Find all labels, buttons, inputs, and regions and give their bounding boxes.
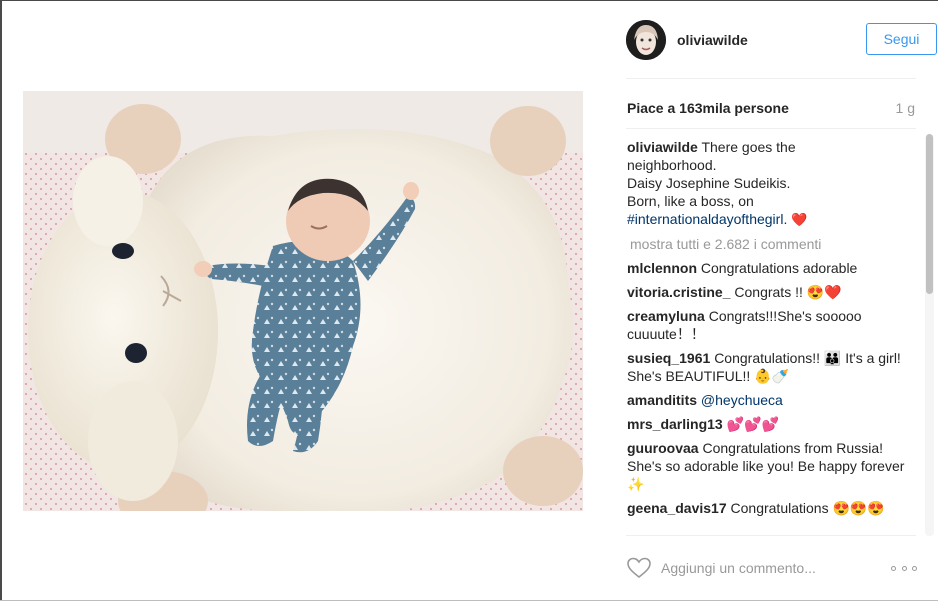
divider [626, 535, 916, 536]
window-left-border [0, 0, 2, 601]
more-options-button[interactable] [891, 558, 917, 578]
like-button[interactable] [626, 556, 652, 580]
post-sidebar: oliviawilde Segui Piace a 163mila person… [603, 0, 938, 601]
profile-photo-icon [626, 20, 666, 60]
comment-username[interactable]: susieq_1961 [627, 350, 710, 366]
comments-scrollbar[interactable] [925, 134, 934, 536]
scrollbar-thumb[interactable] [926, 134, 933, 294]
caption-username[interactable]: oliviawilde [627, 139, 698, 155]
post-photo[interactable] [23, 91, 583, 511]
caption-hashtag[interactable]: #internationaldayofthegirl. [627, 211, 787, 227]
comment-item: amanditits @heychueca [627, 391, 917, 409]
comment-username[interactable]: mrs_darling13 [627, 416, 723, 432]
comment-item: susieq_1961 Congratulations!! 👪 It's a g… [627, 349, 917, 385]
comment-item: mlclennon Congratulations adorable [627, 259, 917, 277]
dot-icon [912, 565, 917, 571]
caption-text-line: neighborhood. [627, 157, 717, 173]
author-username[interactable]: oliviawilde [677, 32, 748, 48]
comment-text: Congratulations adorable [700, 260, 858, 276]
divider [626, 78, 916, 79]
comment-username[interactable]: mlclennon [627, 260, 697, 276]
comments-list: oliviawilde There goes the neighborhood.… [627, 138, 917, 534]
likes-count[interactable]: Piace a 163mila persone [627, 100, 789, 116]
comment-text: 💕💕💕 [726, 416, 779, 432]
comment-username[interactable]: vitoria.cristine_ [627, 284, 731, 300]
caption-text-line: There goes the [701, 139, 796, 155]
caption-text-line: Daisy Josephine Sudeikis. [627, 175, 791, 191]
comment-item: mrs_darling13 💕💕💕 [627, 415, 917, 433]
baby-on-lamb-pillow-image [23, 91, 583, 511]
comment-item: creamyluna Congrats!!!She's sooooo cuuuu… [627, 307, 917, 343]
comment-username[interactable]: guuroovaa [627, 440, 699, 456]
caption-text-line: Born, like a boss, on [627, 193, 754, 209]
dot-icon [901, 565, 907, 571]
comment-item: guuroovaa Congratulations from Russia! S… [627, 439, 917, 493]
red-heart-emoji: ❤️ [791, 212, 808, 227]
avatar[interactable] [626, 20, 666, 60]
comment-item: vitoria.cristine_ Congrats !! 😍❤️ [627, 283, 917, 301]
caption: oliviawilde There goes the neighborhood.… [627, 138, 917, 229]
divider [626, 128, 916, 129]
comment-username[interactable]: geena_davis17 [627, 500, 727, 516]
comment-username[interactable]: amanditits [627, 392, 697, 408]
add-comment-input[interactable] [661, 556, 881, 580]
comment-mention-link[interactable]: @heychueca [701, 392, 783, 408]
heart-outline-icon [627, 557, 651, 579]
comment-text: Congrats !! 😍❤️ [734, 284, 842, 300]
follow-button[interactable]: Segui [866, 23, 937, 55]
comment-item: geena_davis17 Congratulations 😍😍😍 [627, 499, 917, 517]
comment-text: Congratulations 😍😍😍 [730, 500, 885, 516]
load-more-comments-link[interactable]: mostra tutti e 2.682 i commenti [630, 235, 917, 253]
post-time[interactable]: 1 g [893, 100, 915, 116]
post-header: oliviawilde Segui [626, 20, 937, 60]
dot-icon [891, 565, 896, 571]
comment-username[interactable]: creamyluna [627, 308, 705, 324]
